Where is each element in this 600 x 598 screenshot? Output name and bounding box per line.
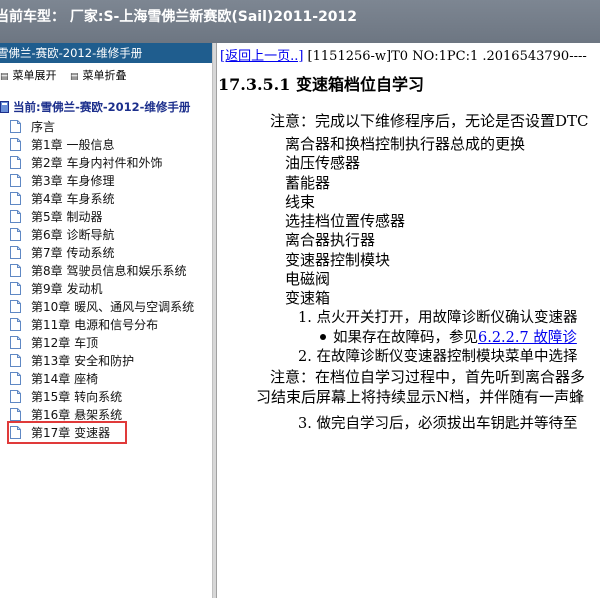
document-icon <box>10 246 21 259</box>
sidebar-item-label: 第2章 车身内衬件和外饰 <box>31 156 163 170</box>
expand-menu-label: 菜单展开 <box>12 69 57 82</box>
sidebar-item-label: 第6章 诊断导航 <box>31 228 115 242</box>
sidebar-item-label: 第13章 安全和防护 <box>31 354 135 368</box>
document-icon <box>10 300 21 313</box>
sidebar-item-chapter-1[interactable]: 第1章 一般信息 <box>10 136 114 154</box>
doc-id: [1151256-w]T0 NO:1PC:1 .2016543790---- <box>303 49 587 64</box>
sidebar-item-preface[interactable]: 序言 <box>10 118 55 136</box>
sidebar-item-chapter-3[interactable]: 第3章 车身修理 <box>10 172 114 190</box>
sidebar-item-chapter-6[interactable]: 第6章 诊断导航 <box>10 226 114 244</box>
document-icon <box>10 138 21 151</box>
collapse-menu-label: 菜单折叠 <box>82 69 127 82</box>
sidebar-item-label: 第5章 制动器 <box>31 210 103 224</box>
document-icon <box>10 228 21 241</box>
list-item: 蓄能器 <box>285 173 331 192</box>
sidebar-item-label: 第4章 车身系统 <box>31 192 115 206</box>
list-item: 电磁阀 <box>285 270 331 289</box>
list-item: 线束 <box>285 192 316 211</box>
sidebar-item-label: 第1章 一般信息 <box>31 138 115 152</box>
sidebar-item-chapter-7[interactable]: 第7章 传动系统 <box>10 244 114 262</box>
step-1-bullet: 如果存在故障码，参见6.2.2.7 故障诊 <box>320 326 577 347</box>
sidebar-item-label: 第12章 车顶 <box>31 336 99 350</box>
document-icon <box>10 210 21 223</box>
document-icon <box>10 156 21 169</box>
list-item: 油压传感器 <box>285 154 361 173</box>
document-icon <box>10 174 21 187</box>
sidebar-item-chapter-2[interactable]: 第2章 车身内衬件和外饰 <box>10 154 162 172</box>
content-toolbar: [返回上一页..] [1151256-w]T0 NO:1PC:1 .201654… <box>220 45 587 64</box>
note-2-line-1: 注意：在档位自学习过程中，首先听到离合器多 <box>270 368 586 386</box>
fault-code-link[interactable]: 6.2.2.7 故障诊 <box>478 330 577 346</box>
document-icon <box>10 372 21 385</box>
sidebar-item-label: 第9章 发动机 <box>31 282 103 296</box>
sidebar-item-chapter-10[interactable]: 第10章 暖风、通风与空调系统 <box>10 298 194 316</box>
expand-icon: ▤ <box>0 72 9 82</box>
sidebar-item-chapter-16[interactable]: 第16章 悬架系统 <box>10 406 122 424</box>
collapse-menu-button[interactable]: ▤ 菜单折叠 <box>70 67 127 83</box>
tree-root[interactable]: 当前:雪佛兰-赛欧-2012-维修手册 <box>0 99 190 116</box>
content-pane: [返回上一页..] [1151256-w]T0 NO:1PC:1 .201654… <box>218 43 600 598</box>
document-icon <box>10 426 21 439</box>
sidebar-item-label: 第14章 座椅 <box>31 372 99 386</box>
step-1-bullet-text: 如果存在故障码，参见 <box>333 330 478 346</box>
collapse-icon: ▤ <box>70 72 79 82</box>
document-icon <box>10 390 21 403</box>
sidebar-item-chapter-14[interactable]: 第14章 座椅 <box>10 370 98 388</box>
page-title: 17.3.5.1 变速箱档位自学习 <box>218 75 424 94</box>
list-item: 选挂档位置传感器 <box>285 212 406 231</box>
sidebar-header: 雪佛兰-赛欧-2012-维修手册 <box>0 43 212 63</box>
bullet-icon <box>320 334 326 340</box>
document-icon <box>10 408 21 421</box>
sidebar-toolbar: ▤ 菜单展开 ▤ 菜单折叠 <box>0 63 212 85</box>
sidebar-header-title: 雪佛兰-赛欧-2012-维修手册 <box>0 46 143 60</box>
step-1: 1. 点火开关打开，用故障诊断仪确认变速器 <box>298 310 578 326</box>
sidebar-item-label: 第10章 暖风、通风与空调系统 <box>31 300 195 314</box>
step-3: 3. 做完自学习后，必须拔出车钥匙并等待至 <box>298 416 578 432</box>
document-icon <box>10 264 21 277</box>
step-2: 2. 在故障诊断仪变速器控制模块菜单中选择 <box>298 349 578 365</box>
sidebar-item-chapter-12[interactable]: 第12章 车顶 <box>10 334 98 352</box>
sidebar-item-label: 第11章 电源和信号分布 <box>31 318 159 332</box>
sidebar-item-chapter-17[interactable]: 第17章 变速器 <box>7 421 127 444</box>
list-item: 离合器和换档控制执行器总成的更换 <box>285 135 526 153</box>
tree-root-label: 当前:雪佛兰-赛欧-2012-维修手册 <box>13 100 191 114</box>
document-icon <box>10 120 21 133</box>
note-text: 注意：完成以下维修程序后，无论是否设置DTC <box>270 112 589 130</box>
document-icon <box>10 282 21 295</box>
sidebar-item-chapter-13[interactable]: 第13章 安全和防护 <box>10 352 134 370</box>
sidebar: 雪佛兰-赛欧-2012-维修手册 ▤ 菜单展开 ▤ 菜单折叠 当前:雪佛兰-赛欧-2… <box>0 43 213 598</box>
sidebar-item-label: 序言 <box>31 120 56 134</box>
sidebar-item-chapter-11[interactable]: 第11章 电源和信号分布 <box>10 316 158 334</box>
sidebar-item-chapter-4[interactable]: 第4章 车身系统 <box>10 190 114 208</box>
sidebar-item-chapter-5[interactable]: 第5章 制动器 <box>10 208 102 226</box>
sidebar-item-label: 第16章 悬架系统 <box>31 408 123 422</box>
parts-list: 离合器和换档控制执行器总成的更换 油压传感器 蓄能器 线束 选挂档位置传感器 离… <box>285 135 525 309</box>
sidebar-item-chapter-9[interactable]: 第9章 发动机 <box>10 280 102 298</box>
back-link[interactable]: [返回上一页..] <box>220 49 303 64</box>
document-icon <box>10 336 21 349</box>
sidebar-item-chapter-8[interactable]: 第8章 驾驶员信息和娱乐系统 <box>10 262 186 280</box>
list-item: 变速器控制模块 <box>285 250 391 269</box>
pane-splitter[interactable] <box>213 43 217 598</box>
document-icon <box>10 354 21 367</box>
window-title: 当前车型： 厂家:S-上海雪佛兰新赛欧(Sail)2011-2012 <box>0 9 358 25</box>
list-item: 离合器执行器 <box>285 231 376 250</box>
sidebar-item-label: 第17章 变速器 <box>31 426 111 440</box>
document-icon <box>10 192 21 205</box>
sidebar-item-label: 第8章 驾驶员信息和娱乐系统 <box>31 264 187 278</box>
sidebar-item-label: 第15章 转向系统 <box>31 390 123 404</box>
expand-menu-button[interactable]: ▤ 菜单展开 <box>0 67 57 83</box>
note-2-line-2: 习结束后屏幕上将持续显示N档，并伴随有一声蜂 <box>256 388 585 406</box>
root-book-icon <box>0 101 9 113</box>
sidebar-item-label: 第3章 车身修理 <box>31 174 115 188</box>
window-title-bar: 当前车型： 厂家:S-上海雪佛兰新赛欧(Sail)2011-2012 <box>0 0 600 43</box>
sidebar-item-label: 第7章 传动系统 <box>31 246 115 260</box>
sidebar-item-chapter-15[interactable]: 第15章 转向系统 <box>10 388 122 406</box>
document-icon <box>10 318 21 331</box>
